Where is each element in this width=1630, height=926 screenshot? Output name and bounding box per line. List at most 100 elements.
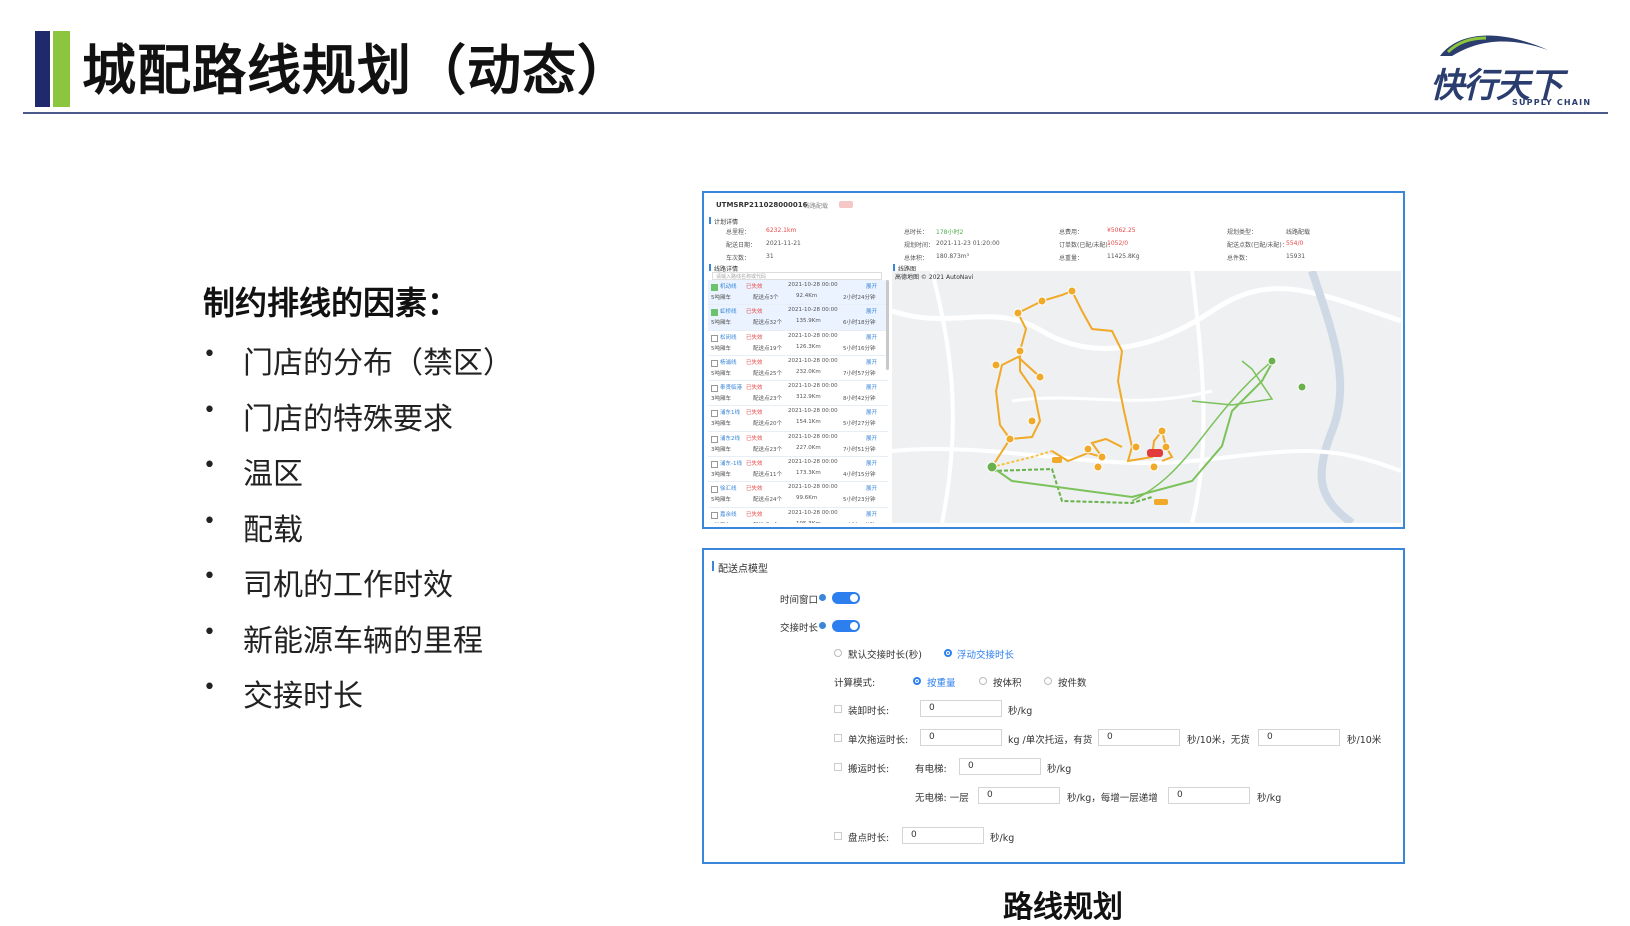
- handover-label: 交接时长: [780, 623, 819, 634]
- unload-input[interactable]: 0: [920, 700, 1002, 717]
- route-row[interactable]: 虹桥线 已失效 2021-10-28 00:00 展开 5吨厢车 配送点32个 135.9K…: [708, 305, 888, 331]
- handover-toggle[interactable]: [832, 620, 860, 632]
- status-badge: [839, 201, 853, 208]
- route-map[interactable]: 高德地图 © 2021 AutoNavi: [891, 269, 1402, 527]
- empty-carry-input[interactable]: 0: [1258, 729, 1340, 746]
- route-checkbox[interactable]: [711, 385, 718, 393]
- expand-link[interactable]: 展开: [866, 383, 877, 391]
- stat-label: 规划时间：: [904, 242, 935, 249]
- route-checkbox[interactable]: [711, 511, 718, 519]
- expand-link[interactable]: 展开: [866, 333, 877, 341]
- stat-value: 15931: [1286, 253, 1306, 260]
- route-points: 配送点11个: [753, 472, 782, 479]
- route-name: 奉贤临港: [720, 385, 743, 392]
- route-row[interactable]: 奉贤临港 已失效 2021-10-28 00:00 展开 3吨厢车 配送点23个 312.9…: [708, 381, 888, 407]
- default-handover-radio[interactable]: [834, 649, 842, 657]
- expand-link[interactable]: 展开: [866, 282, 877, 290]
- route-list-scrollbar[interactable]: [886, 280, 889, 370]
- bullet-icon: •: [203, 342, 216, 367]
- route-status: 已失效: [746, 410, 763, 417]
- help-icon[interactable]: [819, 594, 826, 601]
- expand-link[interactable]: 展开: [866, 408, 877, 416]
- expand-link[interactable]: 展开: [866, 358, 877, 366]
- route-row[interactable]: 浦东-1线 已失效 2021-10-28 00:00 展开 3吨厢车 配送点11个 173.…: [708, 457, 888, 483]
- route-status: 已失效: [746, 385, 763, 392]
- expand-link[interactable]: 展开: [866, 434, 877, 442]
- route-checkbox[interactable]: [711, 309, 718, 317]
- route-checkbox[interactable]: [711, 359, 718, 367]
- route-dur: 1小时48分钟: [843, 521, 876, 524]
- stat-label: 总体积：: [904, 255, 929, 262]
- route-vehicle: 5吨厢车: [711, 521, 731, 524]
- plan-type-tag: 线路配载: [804, 203, 829, 210]
- route-time: 2021-10-28 00:00: [788, 357, 838, 364]
- expand-link[interactable]: 展开: [866, 510, 877, 518]
- stat-label: 总重量：: [1059, 255, 1084, 262]
- route-checkbox[interactable]: [711, 334, 718, 342]
- count-check-input[interactable]: 0: [902, 827, 984, 844]
- count-check-checkbox[interactable]: [834, 832, 842, 840]
- float-handover-label: 浮动交接时长: [957, 650, 1015, 661]
- bullet-icon: •: [203, 508, 216, 534]
- expand-link[interactable]: 展开: [866, 484, 877, 492]
- default-handover-label: 默认交接时长(秒): [848, 650, 922, 661]
- by-volume-radio[interactable]: [979, 677, 987, 685]
- stat-value: 2021-11-23 01:20:00: [936, 240, 1000, 247]
- route-row[interactable]: 浦东1线 已失效 2021-10-28 00:00 展开 3吨厢车 配送点20个 154.1…: [708, 406, 888, 432]
- move-checkbox[interactable]: [834, 763, 842, 771]
- route-km: 232.0Km: [796, 368, 821, 375]
- figure-caption: 路线规划: [1003, 890, 1123, 925]
- route-status: 已失效: [746, 359, 763, 366]
- route-row[interactable]: 松闵线 已失效 2021-10-28 00:00 展开 5吨厢车 配送点19个 126.3K…: [708, 331, 888, 356]
- unit-label: 秒/kg: [1257, 793, 1282, 804]
- stat-label: 配送日期：: [726, 242, 757, 249]
- selected-stop-marker: [1147, 449, 1163, 457]
- route-row[interactable]: 嘉余线 已失效 2021-10-28 00:00 展开 5吨厢车 配送点1个 105.3Km…: [708, 508, 888, 523]
- route-status: 已失效: [746, 511, 763, 518]
- route-checkbox[interactable]: [711, 461, 718, 469]
- title-accent-bar-green: [53, 31, 70, 107]
- stat-value: 线路配载: [1286, 229, 1311, 236]
- route-km: 227.0Km: [796, 444, 821, 451]
- loaded-carry-input[interactable]: 0: [1098, 729, 1180, 746]
- expand-link[interactable]: 展开: [866, 459, 877, 467]
- single-carry-input[interactable]: 0: [920, 729, 1002, 746]
- route-vehicle: 3吨厢车: [711, 396, 731, 403]
- factors-list: • 门店的分布（禁区） • 门店的特殊要求 • 温区 • 配载 • 司机的工作时效 • 新能…: [203, 338, 513, 727]
- stat-value: 178小时2: [936, 229, 964, 236]
- route-checkbox[interactable]: [711, 435, 718, 443]
- route-points: 配送点23个: [753, 446, 782, 453]
- route-row[interactable]: 徐汇线 已失效 2021-10-28 00:00 展开 5吨厢车 配送点24个 99.6Km…: [708, 482, 888, 508]
- bullet-icon: •: [203, 675, 216, 700]
- stat-label: 车次数：: [726, 255, 751, 262]
- route-row[interactable]: 杨浦线 已失效 2021-10-28 00:00 展开 5吨厢车 配送点25个 232.0K…: [708, 356, 888, 382]
- elevator-input[interactable]: 0: [959, 758, 1041, 775]
- unload-checkbox[interactable]: [834, 705, 842, 713]
- help-icon[interactable]: [819, 622, 826, 629]
- per-floor-input[interactable]: 0: [1168, 787, 1250, 804]
- route-search-input[interactable]: 请输入路线名称或代码: [712, 272, 882, 280]
- factors-heading: 制约排线的因素：: [203, 284, 460, 322]
- plan-id: UTMSRP211028000016: [716, 201, 808, 209]
- single-carry-checkbox[interactable]: [834, 734, 842, 742]
- route-points: 配送点32个: [753, 320, 782, 327]
- route-checkbox[interactable]: [711, 410, 718, 418]
- route-status: 已失效: [746, 461, 763, 468]
- route-checkbox[interactable]: [711, 284, 718, 291]
- expand-link[interactable]: 展开: [866, 307, 877, 315]
- float-handover-radio[interactable]: [944, 649, 952, 657]
- route-vehicle: 3吨厢车: [711, 446, 731, 453]
- route-dur: 4小时15分钟: [843, 472, 876, 479]
- by-count-radio[interactable]: [1044, 677, 1052, 685]
- factor-item: • 配载: [203, 505, 513, 561]
- route-points: 配送点1个: [753, 521, 779, 524]
- route-checkbox[interactable]: [711, 486, 718, 494]
- route-km: 173.3Km: [796, 470, 821, 477]
- route-row[interactable]: 机动线 已失效 2021-10-28 00:00 展开 5吨厢车 配送点3个 92.4Km 2…: [708, 280, 888, 306]
- route-km: 99.6Km: [796, 495, 818, 502]
- route-row[interactable]: 浦东2线 已失效 2021-10-28 00:00 展开 3吨厢车 配送点23个 227.0…: [708, 432, 888, 458]
- vehicle-marker: [1154, 499, 1168, 505]
- by-weight-radio[interactable]: [913, 677, 921, 685]
- time-window-toggle[interactable]: [832, 592, 860, 604]
- no-elevator-input[interactable]: 0: [978, 787, 1060, 804]
